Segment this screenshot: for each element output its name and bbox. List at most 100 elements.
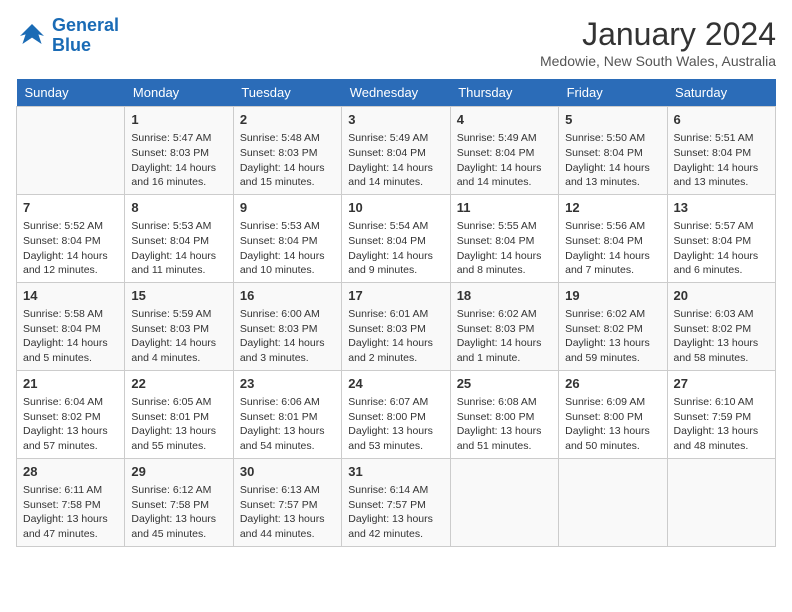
day-number: 17 <box>348 287 443 305</box>
day-info: Sunrise: 6:00 AM Sunset: 8:03 PM Dayligh… <box>240 307 335 366</box>
column-header-monday: Monday <box>125 79 233 107</box>
day-info: Sunrise: 6:02 AM Sunset: 8:03 PM Dayligh… <box>457 307 552 366</box>
page-header: General Blue January 2024 Medowie, New S… <box>16 16 776 69</box>
day-cell: 15 Sunrise: 5:59 AM Sunset: 8:03 PM Dayli… <box>125 282 233 370</box>
day-number: 29 <box>131 463 226 481</box>
day-number: 27 <box>674 375 769 393</box>
day-number: 7 <box>23 199 118 217</box>
day-number: 25 <box>457 375 552 393</box>
day-number: 19 <box>565 287 660 305</box>
day-cell: 1 Sunrise: 5:47 AM Sunset: 8:03 PM Daylig… <box>125 107 233 195</box>
day-number: 15 <box>131 287 226 305</box>
day-cell: 27 Sunrise: 6:10 AM Sunset: 7:59 PM Dayli… <box>667 370 775 458</box>
day-number: 11 <box>457 199 552 217</box>
day-cell: 17 Sunrise: 6:01 AM Sunset: 8:03 PM Dayli… <box>342 282 450 370</box>
day-number: 4 <box>457 111 552 129</box>
day-number: 31 <box>348 463 443 481</box>
day-cell: 31Sunrise: 6:14 AM Sunset: 7:57 PM Dayli… <box>342 458 450 546</box>
day-number: 10 <box>348 199 443 217</box>
day-info: Sunrise: 5:53 AM Sunset: 8:04 PM Dayligh… <box>240 219 335 278</box>
day-info: Sunrise: 6:04 AM Sunset: 8:02 PM Dayligh… <box>23 395 118 454</box>
day-cell: 26Sunrise: 6:09 AM Sunset: 8:00 PM Dayli… <box>559 370 667 458</box>
day-cell: 14 Sunrise: 5:58 AM Sunset: 8:04 PM Dayli… <box>17 282 125 370</box>
column-header-tuesday: Tuesday <box>233 79 341 107</box>
day-info: Sunrise: 5:52 AM Sunset: 8:04 PM Dayligh… <box>23 219 118 278</box>
month-title: January 2024 <box>540 16 776 53</box>
calendar-table: SundayMondayTuesdayWednesdayThursdayFrid… <box>16 79 776 547</box>
day-cell: 21 Sunrise: 6:04 AM Sunset: 8:02 PM Dayli… <box>17 370 125 458</box>
day-info: Sunrise: 6:07 AM Sunset: 8:00 PM Dayligh… <box>348 395 443 454</box>
day-cell <box>17 107 125 195</box>
day-info: Sunrise: 6:13 AM Sunset: 7:57 PM Dayligh… <box>240 483 335 542</box>
day-info: Sunrise: 5:59 AM Sunset: 8:03 PM Dayligh… <box>131 307 226 366</box>
logo: General Blue <box>16 16 119 56</box>
title-block: January 2024 Medowie, New South Wales, A… <box>540 16 776 69</box>
day-cell <box>559 458 667 546</box>
week-row-2: 7 Sunrise: 5:52 AM Sunset: 8:04 PM Daylig… <box>17 194 776 282</box>
location: Medowie, New South Wales, Australia <box>540 53 776 69</box>
day-cell: 29Sunrise: 6:12 AM Sunset: 7:58 PM Dayli… <box>125 458 233 546</box>
day-cell: 12 Sunrise: 5:56 AM Sunset: 8:04 PM Dayli… <box>559 194 667 282</box>
day-info: Sunrise: 5:49 AM Sunset: 8:04 PM Dayligh… <box>457 131 552 190</box>
logo-text: General Blue <box>52 16 119 56</box>
day-cell: 2 Sunrise: 5:48 AM Sunset: 8:03 PM Daylig… <box>233 107 341 195</box>
column-header-friday: Friday <box>559 79 667 107</box>
day-cell: 23Sunrise: 6:06 AM Sunset: 8:01 PM Dayli… <box>233 370 341 458</box>
logo-icon <box>16 20 48 52</box>
day-number: 24 <box>348 375 443 393</box>
day-info: Sunrise: 6:02 AM Sunset: 8:02 PM Dayligh… <box>565 307 660 366</box>
day-info: Sunrise: 6:10 AM Sunset: 7:59 PM Dayligh… <box>674 395 769 454</box>
day-number: 22 <box>131 375 226 393</box>
day-cell: 13Sunrise: 5:57 AM Sunset: 8:04 PM Dayli… <box>667 194 775 282</box>
day-cell: 20 Sunrise: 6:03 AM Sunset: 8:02 PM Dayli… <box>667 282 775 370</box>
day-info: Sunrise: 5:47 AM Sunset: 8:03 PM Dayligh… <box>131 131 226 190</box>
day-info: Sunrise: 5:54 AM Sunset: 8:04 PM Dayligh… <box>348 219 443 278</box>
day-number: 18 <box>457 287 552 305</box>
day-info: Sunrise: 6:01 AM Sunset: 8:03 PM Dayligh… <box>348 307 443 366</box>
day-number: 12 <box>565 199 660 217</box>
header-row: SundayMondayTuesdayWednesdayThursdayFrid… <box>17 79 776 107</box>
day-number: 3 <box>348 111 443 129</box>
day-cell <box>450 458 558 546</box>
week-row-1: 1 Sunrise: 5:47 AM Sunset: 8:03 PM Daylig… <box>17 107 776 195</box>
day-info: Sunrise: 5:57 AM Sunset: 8:04 PM Dayligh… <box>674 219 769 278</box>
day-cell: 10 Sunrise: 5:54 AM Sunset: 8:04 PM Dayli… <box>342 194 450 282</box>
day-info: Sunrise: 5:58 AM Sunset: 8:04 PM Dayligh… <box>23 307 118 366</box>
day-info: Sunrise: 5:50 AM Sunset: 8:04 PM Dayligh… <box>565 131 660 190</box>
week-row-4: 21 Sunrise: 6:04 AM Sunset: 8:02 PM Dayli… <box>17 370 776 458</box>
day-info: Sunrise: 5:51 AM Sunset: 8:04 PM Dayligh… <box>674 131 769 190</box>
day-info: Sunrise: 5:55 AM Sunset: 8:04 PM Dayligh… <box>457 219 552 278</box>
day-cell: 24 Sunrise: 6:07 AM Sunset: 8:00 PM Dayli… <box>342 370 450 458</box>
day-cell: 19 Sunrise: 6:02 AM Sunset: 8:02 PM Dayli… <box>559 282 667 370</box>
day-cell: 11 Sunrise: 5:55 AM Sunset: 8:04 PM Dayli… <box>450 194 558 282</box>
column-header-thursday: Thursday <box>450 79 558 107</box>
day-cell: 18 Sunrise: 6:02 AM Sunset: 8:03 PM Dayli… <box>450 282 558 370</box>
day-cell: 16Sunrise: 6:00 AM Sunset: 8:03 PM Dayli… <box>233 282 341 370</box>
day-number: 14 <box>23 287 118 305</box>
day-info: Sunrise: 5:56 AM Sunset: 8:04 PM Dayligh… <box>565 219 660 278</box>
day-number: 5 <box>565 111 660 129</box>
day-number: 30 <box>240 463 335 481</box>
day-info: Sunrise: 6:08 AM Sunset: 8:00 PM Dayligh… <box>457 395 552 454</box>
day-cell: 5 Sunrise: 5:50 AM Sunset: 8:04 PM Daylig… <box>559 107 667 195</box>
day-number: 1 <box>131 111 226 129</box>
day-number: 20 <box>674 287 769 305</box>
day-number: 28 <box>23 463 118 481</box>
week-row-5: 28 Sunrise: 6:11 AM Sunset: 7:58 PM Dayli… <box>17 458 776 546</box>
day-number: 2 <box>240 111 335 129</box>
logo-line1: General <box>52 15 119 35</box>
day-cell: 30 Sunrise: 6:13 AM Sunset: 7:57 PM Dayli… <box>233 458 341 546</box>
day-number: 6 <box>674 111 769 129</box>
day-info: Sunrise: 6:03 AM Sunset: 8:02 PM Dayligh… <box>674 307 769 366</box>
day-cell <box>667 458 775 546</box>
day-number: 21 <box>23 375 118 393</box>
day-info: Sunrise: 5:48 AM Sunset: 8:03 PM Dayligh… <box>240 131 335 190</box>
day-info: Sunrise: 6:09 AM Sunset: 8:00 PM Dayligh… <box>565 395 660 454</box>
day-cell: 22 Sunrise: 6:05 AM Sunset: 8:01 PM Dayli… <box>125 370 233 458</box>
logo-line2: Blue <box>52 35 91 55</box>
day-cell: 4 Sunrise: 5:49 AM Sunset: 8:04 PM Daylig… <box>450 107 558 195</box>
day-info: Sunrise: 6:05 AM Sunset: 8:01 PM Dayligh… <box>131 395 226 454</box>
column-header-saturday: Saturday <box>667 79 775 107</box>
day-info: Sunrise: 6:11 AM Sunset: 7:58 PM Dayligh… <box>23 483 118 542</box>
day-cell: 9Sunrise: 5:53 AM Sunset: 8:04 PM Daylig… <box>233 194 341 282</box>
